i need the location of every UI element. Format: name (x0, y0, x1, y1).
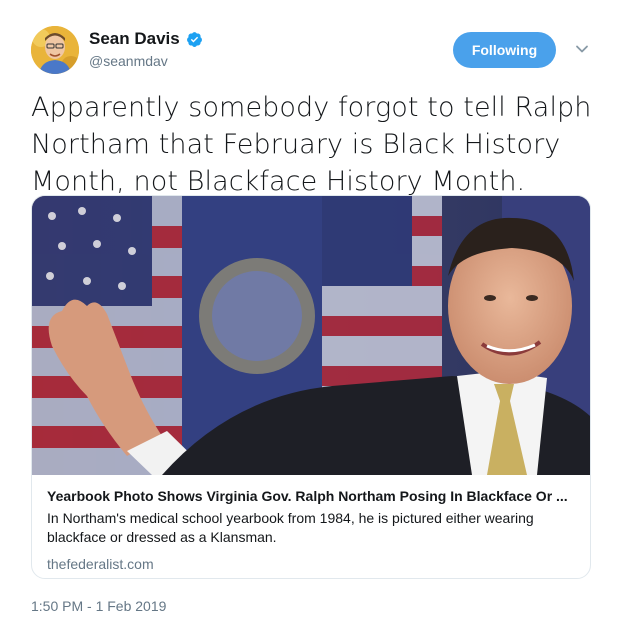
card-domain[interactable]: thefederalist.com (47, 556, 577, 572)
author-name-row[interactable]: Sean Davis (89, 29, 203, 49)
verified-badge-icon (186, 31, 202, 47)
tweet-timestamp[interactable]: 1:50 PM - 1 Feb 2019 (31, 598, 166, 614)
chevron-down-icon[interactable] (575, 42, 589, 56)
card-body[interactable]: Yearbook Photo Shows Virginia Gov. Ralph… (47, 487, 577, 572)
tweet-text: Apparently somebody forgot to tell Ralph… (31, 92, 592, 197)
author-display-name[interactable]: Sean Davis (89, 29, 180, 49)
link-card[interactable]: Yearbook Photo Shows Virginia Gov. Ralph… (31, 195, 591, 579)
card-image[interactable] (32, 196, 590, 475)
card-description: In Northam's medical school yearbook fro… (47, 510, 534, 545)
author-handle[interactable]: @seanmdav (89, 53, 168, 69)
card-title[interactable]: Yearbook Photo Shows Virginia Gov. Ralph… (47, 487, 577, 505)
following-button[interactable]: Following (453, 32, 556, 68)
avatar[interactable] (31, 26, 79, 74)
